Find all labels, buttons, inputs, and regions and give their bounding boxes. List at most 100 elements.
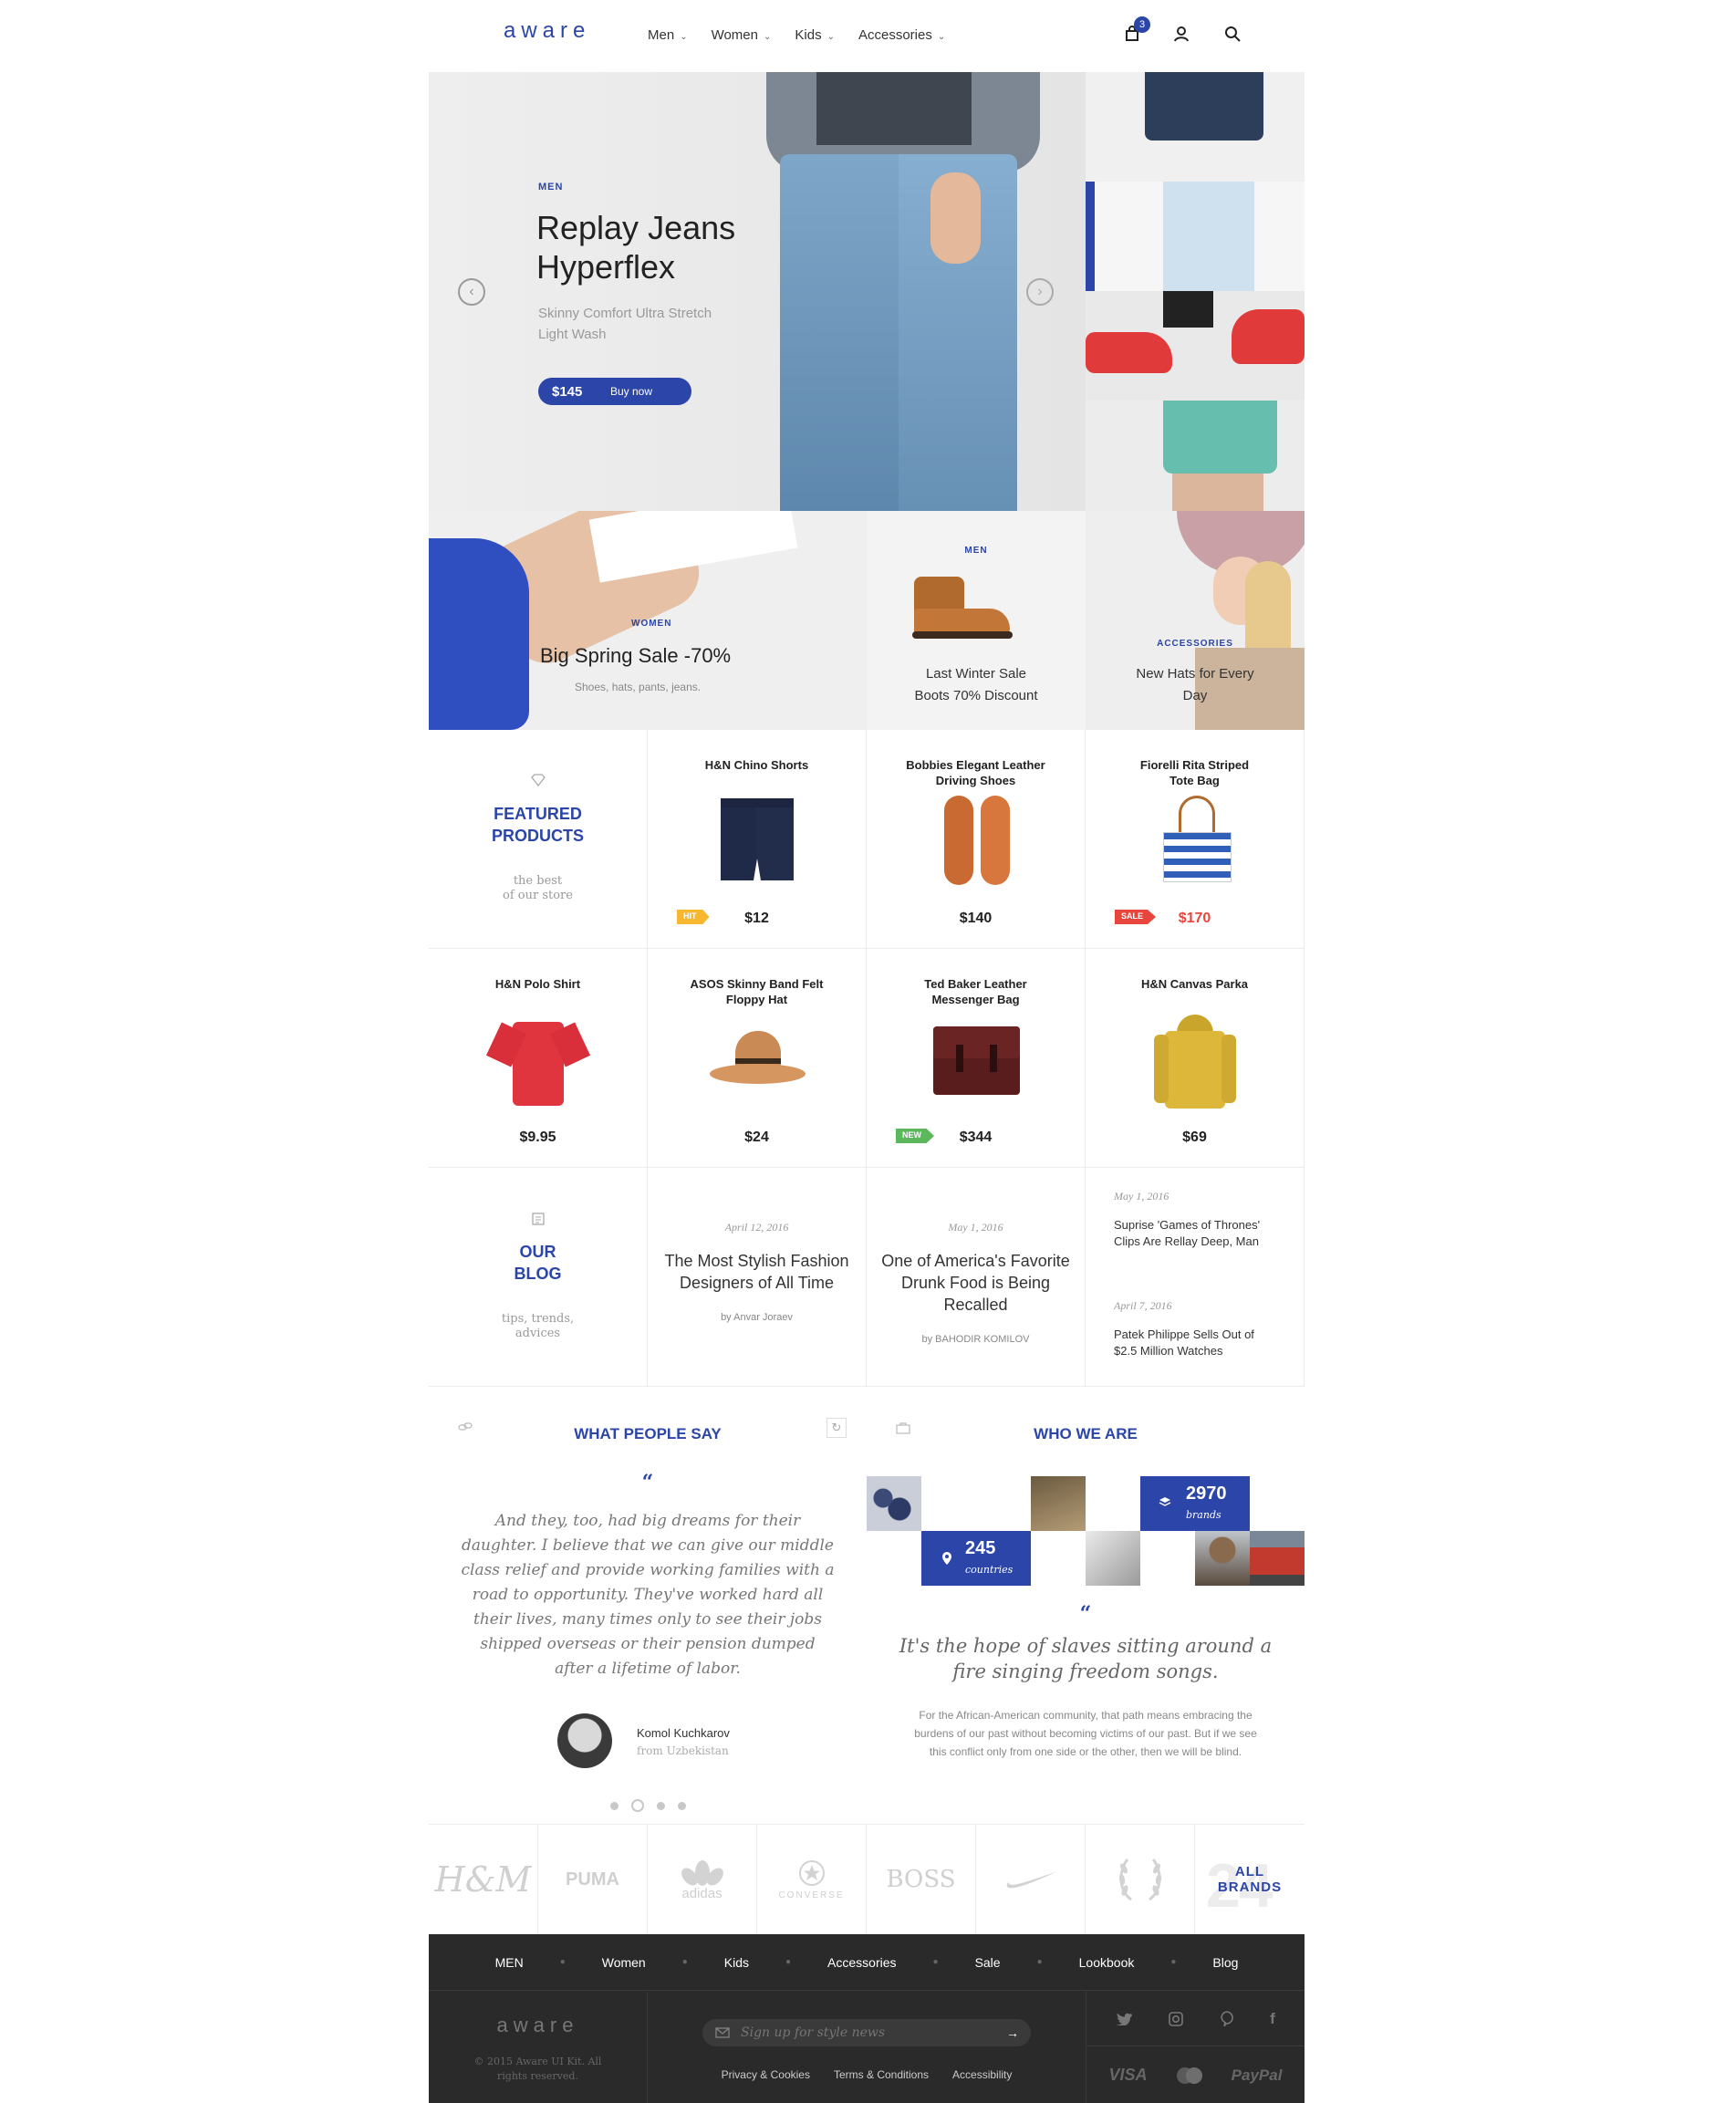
product-card[interactable]: Ted Baker Leather Messenger Bag NEW $344 (867, 949, 1086, 1168)
brand-adidas[interactable]: adidas (648, 1825, 757, 1934)
footer-link-accessories[interactable]: Accessories (827, 1955, 896, 1970)
stat-countries-value: 245 (965, 1538, 996, 1558)
thumbnail-sneakers-red[interactable] (1086, 291, 1305, 401)
product-card[interactable]: Bobbies Elegant Leather Driving Shoes $1… (867, 730, 1086, 949)
blog-post-card[interactable]: May 1, 2016 One of America's Favorite Dr… (867, 1168, 1086, 1387)
parka-body (1165, 1031, 1225, 1109)
chevron-down-icon: ⌄ (826, 32, 835, 42)
nav-item-accessories[interactable]: Accessories ⌄ (858, 27, 945, 44)
quote-line: road to opportunity. They've worked hard… (472, 1586, 824, 1604)
carousel-dot[interactable] (656, 1801, 665, 1810)
product-card[interactable]: ASOS Skinny Band Felt Floppy Hat $24 (648, 949, 867, 1168)
brand-nike[interactable] (976, 1825, 1086, 1934)
slider-next-button[interactable]: › (1026, 278, 1054, 306)
promo-men-title-line2: Boots 70% Discount (914, 688, 1038, 703)
layers-icon (1159, 1497, 1171, 1506)
copyright-line1: © 2015 Aware UI Kit. All (473, 2056, 602, 2067)
cart-button[interactable]: 3 (1124, 16, 1150, 44)
quote-line: daughter. I believe that we can give our… (462, 1536, 834, 1555)
facebook-icon[interactable]: f (1270, 2010, 1275, 2028)
footer-newsletter: → Privacy & Cookies Terms & Conditions A… (648, 1992, 1086, 2103)
product-card[interactable]: H&N Chino Shorts HIT $12 (648, 730, 867, 949)
photo-man-hat (1195, 1531, 1250, 1586)
blog-post-title-line1: One of America's Favorite (881, 1252, 1070, 1270)
newspaper-icon (532, 1213, 545, 1225)
brand-puma[interactable]: PUMA (538, 1825, 648, 1934)
buy-now-label: Buy now (610, 385, 653, 398)
slider-prev-button[interactable]: ‹ (458, 278, 485, 306)
boot-sole (912, 631, 1013, 639)
bag-strap-right (990, 1045, 997, 1072)
cart-count-badge: 3 (1134, 16, 1150, 33)
pinterest-icon[interactable] (1221, 2011, 1233, 2026)
hero-thumbnails (1086, 72, 1305, 511)
footer-link-kids[interactable]: Kids (724, 1955, 749, 1970)
thumbnail-shorts-navy[interactable] (1086, 72, 1305, 182)
product-name: ASOS Skinny Band Felt (690, 977, 824, 991)
search-icon[interactable] (1224, 26, 1241, 42)
terms-link[interactable]: Terms & Conditions (834, 2068, 929, 2081)
footer-link-men[interactable]: MEN (495, 1955, 524, 1970)
blog-post-card[interactable]: April 12, 2016 The Most Stylish Fashion … (648, 1168, 867, 1387)
chevron-left-icon: ‹ (469, 284, 474, 299)
footer-link-lookbook[interactable]: Lookbook (1079, 1955, 1135, 1970)
thumbnail-shorts-teal[interactable] (1086, 401, 1305, 511)
quote-line: their lives, many times only to see thei… (473, 1610, 822, 1629)
diamond-icon (531, 774, 546, 786)
blog-side-title-line2: $2.5 Million Watches (1114, 1344, 1223, 1358)
promo-men[interactable]: MEN Last Winter Sale Boots 70% Discount (867, 511, 1086, 730)
carousel-dot[interactable] (677, 1801, 686, 1810)
promo-men-title-line1: Last Winter Sale (925, 666, 1027, 682)
promo-women[interactable]: WOMEN Big Spring Sale -70% Shoes, hats, … (429, 511, 867, 730)
thumbnail-jeans-light[interactable] (1086, 182, 1305, 291)
nav-item-men[interactable]: Men ⌄ (648, 27, 688, 44)
instagram-icon[interactable] (1169, 2011, 1184, 2026)
avatar (557, 1713, 612, 1768)
product-price: $344 (959, 1130, 993, 1145)
product-card[interactable]: Fiorelli Rita Striped Tote Bag SALE $170 (1086, 730, 1305, 949)
promo-men-category: MEN (964, 546, 988, 556)
brand-converse[interactable]: CONVERSE (757, 1825, 867, 1934)
brand-hm[interactable]: H&M (429, 1825, 538, 1934)
who-quote-line2: fire singing freedom songs. (952, 1661, 1219, 1682)
separator-dot: ● (559, 1957, 566, 1967)
testimonials-section: WHAT PEOPLE SAY ↻ “ And they, too, had b… (429, 1387, 867, 1825)
product-card[interactable]: H&N Polo Shirt $9.95 (429, 949, 648, 1168)
refresh-button[interactable]: ↻ (826, 1418, 847, 1438)
jeans-light-shape (1163, 182, 1254, 291)
footer-link-sale[interactable]: Sale (975, 1955, 1001, 1970)
quote-line: after a lifetime of labor. (555, 1660, 741, 1678)
buy-now-button[interactable]: $145 Buy now (538, 378, 691, 405)
newsletter-submit-button[interactable]: → (1002, 2022, 1024, 2044)
all-brands-link[interactable]: 24 ALL BRANDS (1195, 1825, 1305, 1934)
footer-logo[interactable]: aware (429, 2014, 647, 2037)
footer-link-blog[interactable]: Blog (1212, 1955, 1238, 1970)
product-name: H&N Canvas Parka (1140, 977, 1249, 991)
blog-sub-line2: advices (515, 1327, 561, 1340)
blog-side-title-line1: Patek Philippe Sells Out of (1114, 1327, 1254, 1341)
blog-side-date: May 1, 2016 (1114, 1190, 1169, 1202)
site-header: aware Men ⌄ Women ⌄ Kids ⌄ Accessories ⌄ 3 (429, 0, 1305, 71)
accessibility-link[interactable]: Accessibility (952, 2068, 1012, 2081)
blog-side-title-line2: Clips Are Rellay Deep, Man (1114, 1234, 1259, 1248)
product-card[interactable]: H&N Canvas Parka $69 (1086, 949, 1305, 1168)
nav-item-women[interactable]: Women ⌄ (712, 27, 772, 44)
promo-accessories[interactable]: ACCESSORIES New Hats for Every Day (1086, 511, 1305, 730)
privacy-link[interactable]: Privacy & Cookies (722, 2068, 810, 2081)
nav-item-kids[interactable]: Kids ⌄ (795, 27, 835, 44)
brand-boss[interactable]: BOSS (867, 1825, 976, 1934)
who-we-are-section: WHO WE ARE 2970 brands 245 countries “ I… (867, 1387, 1305, 1825)
brand-fred-perry[interactable] (1086, 1825, 1195, 1934)
stat-brands-label: brands (1186, 1509, 1221, 1521)
user-icon[interactable] (1173, 26, 1190, 42)
logo[interactable]: aware (504, 18, 590, 44)
footer-link-women[interactable]: Women (602, 1955, 646, 1970)
newsletter-email-input[interactable] (741, 2023, 987, 2043)
brand-logo-hm: H&M (434, 1859, 532, 1900)
carousel-dot-active[interactable] (630, 1799, 644, 1812)
carousel-dot[interactable] (609, 1801, 619, 1810)
stat-brands-tile: 2970 brands (1140, 1476, 1250, 1531)
twitter-icon[interactable] (1116, 2012, 1133, 2025)
hero-subtitle-line1: Skinny Comfort Ultra Stretch (538, 306, 712, 321)
blue-heel-shape (429, 538, 529, 730)
